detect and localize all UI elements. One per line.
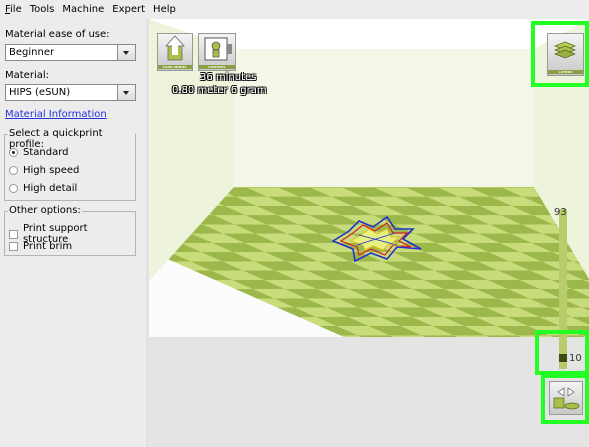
radio-standard[interactable]: Standard xyxy=(9,147,69,158)
ease-select[interactable]: Beginner xyxy=(5,44,136,61)
chevron-down-icon[interactable] xyxy=(117,85,135,100)
print-brim-label: Print brim xyxy=(23,241,73,252)
radio-unchecked-icon[interactable] xyxy=(9,184,18,193)
other-options-group: Other options: Print support structure P… xyxy=(4,205,136,256)
ease-select-value: Beginner xyxy=(9,47,55,58)
menu-file[interactable]: File xyxy=(0,4,25,15)
radio-high-speed-label: High speed xyxy=(23,165,80,176)
radio-unchecked-icon[interactable] xyxy=(9,166,18,175)
print-material-text: 0.80 meter 6 gram xyxy=(172,85,267,96)
print-time-text: 36 minutes xyxy=(200,72,257,83)
checkbox-icon[interactable] xyxy=(9,242,18,251)
ease-label: Material ease of use: xyxy=(5,29,110,40)
material-label: Material: xyxy=(5,70,49,81)
printer-control-icon xyxy=(204,37,232,61)
menu-expert[interactable]: Expert xyxy=(107,4,148,15)
floor xyxy=(149,337,589,447)
menu-bar: File Tools Machine Expert Help xyxy=(0,0,589,19)
load-model-button[interactable]: LOAD MODEL xyxy=(157,33,193,71)
scene-canvas xyxy=(149,19,589,447)
load-model-caption: LOAD MODEL xyxy=(158,65,192,69)
other-options-legend: Other options: xyxy=(8,205,82,216)
slider-highlight-box xyxy=(535,330,589,375)
control-caption: CONTROL xyxy=(199,65,235,69)
radio-high-detail-label: High detail xyxy=(23,183,78,194)
menu-machine[interactable]: Machine xyxy=(57,4,107,15)
chevron-down-icon[interactable] xyxy=(117,45,135,60)
menu-help[interactable]: Help xyxy=(148,4,179,15)
checkbox-icon[interactable] xyxy=(9,229,18,239)
material-select[interactable]: HIPS (eSUN) xyxy=(5,84,136,101)
menu-tools[interactable]: Tools xyxy=(25,4,58,15)
upload-arrow-icon xyxy=(165,35,185,61)
layers-highlight-box xyxy=(531,21,589,87)
settings-sidebar: Material ease of use: Beginner Material:… xyxy=(0,19,146,447)
radio-high-detail[interactable]: High detail xyxy=(9,183,77,194)
3d-viewport[interactable]: LOAD MODEL CONTROL 36 minutes 0.80 meter… xyxy=(149,19,589,447)
checkbox-print-brim[interactable]: Print brim xyxy=(9,241,72,252)
material-select-value: HIPS (eSUN) xyxy=(9,87,71,98)
view-mode-highlight-box xyxy=(541,374,589,424)
build-volume-back-wall xyxy=(234,49,534,187)
layer-max-label: 93 xyxy=(554,207,567,218)
control-button[interactable]: CONTROL xyxy=(198,33,236,71)
radio-high-speed[interactable]: High speed xyxy=(9,165,79,176)
quickprint-group: Select a quickprint profile: Standard Hi… xyxy=(4,128,136,201)
material-information-link[interactable]: Material Information xyxy=(5,109,107,120)
radio-checked-icon[interactable] xyxy=(9,148,18,157)
radio-standard-label: Standard xyxy=(23,147,69,158)
